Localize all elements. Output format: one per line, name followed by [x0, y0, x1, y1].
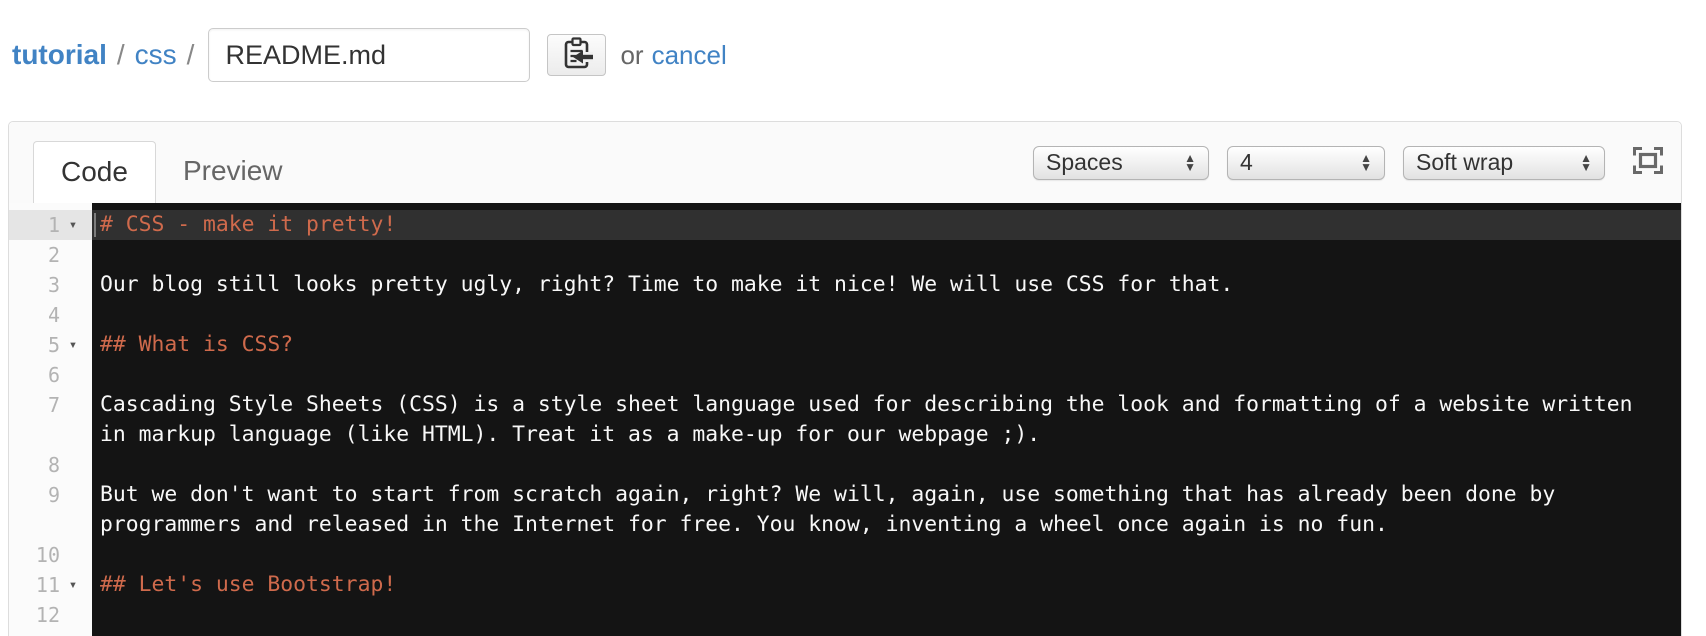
line-number[interactable]: 11 — [9, 570, 60, 600]
breadcrumb-separator: / — [116, 39, 125, 70]
text-cursor — [94, 213, 96, 237]
code-line-text[interactable]: But we don't want to start from scratch … — [100, 480, 1658, 540]
line-number[interactable]: 2 — [9, 240, 60, 270]
gutter-cell: 2 ▾ — [9, 240, 92, 270]
code-line-text[interactable]: ## What is CSS? — [100, 330, 1658, 360]
tab-code[interactable]: Code — [33, 141, 156, 203]
fold-arrow-icon[interactable]: ▾ — [60, 210, 86, 240]
tab-preview[interactable]: Preview — [156, 141, 310, 203]
select-arrows-icon: ▲ ▼ — [1184, 150, 1196, 174]
line-number[interactable]: 7 — [9, 390, 60, 450]
code-line-text[interactable]: Our blog still looks pretty ugly, right?… — [100, 270, 1658, 300]
file-editor: Code Preview Spaces ▲ ▼ 4 ▲ ▼ Soft wrap ▲ ▼ — [8, 121, 1682, 636]
code-area[interactable] — [92, 450, 1681, 480]
gutter-cell: 5 ▾ — [9, 330, 92, 360]
editor-line: 3 ▾ Our blog still looks pretty ugly, ri… — [9, 270, 1681, 300]
or-text: or — [620, 39, 644, 70]
editor-line: 9 ▾ But we don't want to start from scra… — [9, 480, 1681, 540]
line-number[interactable]: 12 — [9, 600, 60, 630]
gutter-cell: 10 ▾ — [9, 540, 92, 570]
gutter-cell: 12 ▾ — [9, 600, 92, 630]
line-number[interactable]: 8 — [9, 450, 60, 480]
editor-line: 6 ▾ — [9, 360, 1681, 390]
fold-arrow-icon[interactable]: ▾ — [60, 330, 86, 360]
code-area[interactable]: ## Let's use Bootstrap! — [92, 570, 1681, 600]
gutter-cell: 8 ▾ — [9, 450, 92, 480]
breadcrumb-separator: / — [186, 39, 195, 70]
code-line-text[interactable]: ## Let's use Bootstrap! — [100, 570, 1658, 600]
indent-mode-value: Spaces — [1046, 149, 1123, 175]
code-area[interactable] — [92, 600, 1681, 630]
indent-size-value: 4 — [1240, 149, 1253, 175]
fullscreen-button[interactable] — [1631, 146, 1665, 180]
gutter-cell: 3 ▾ — [9, 270, 92, 300]
indent-mode-select[interactable]: Spaces ▲ ▼ — [1033, 145, 1209, 180]
code-area[interactable] — [92, 540, 1681, 570]
wrap-mode-select[interactable]: Soft wrap ▲ ▼ — [1403, 145, 1605, 180]
line-number[interactable]: 3 — [9, 270, 60, 300]
gutter-cell: 9 ▾ — [9, 480, 92, 540]
gutter-cell: 6 ▾ — [9, 360, 92, 390]
editor-line: 5 ▾ ## What is CSS? — [9, 330, 1681, 360]
editor-line: 2 ▾ — [9, 240, 1681, 270]
code-area[interactable]: ## What is CSS? — [92, 330, 1681, 360]
gutter-cell: 4 ▾ — [9, 300, 92, 330]
editor-header: Code Preview Spaces ▲ ▼ 4 ▲ ▼ Soft wrap ▲ ▼ — [9, 122, 1681, 203]
editor-line: 11 ▾ ## Let's use Bootstrap! — [9, 570, 1681, 600]
line-number[interactable]: 1 — [9, 210, 60, 240]
editor-line: 8 ▾ — [9, 450, 1681, 480]
code-line-text[interactable]: Cascading Style Sheets (CSS) is a style … — [100, 390, 1658, 450]
editor-line: 4 ▾ — [9, 300, 1681, 330]
line-number[interactable]: 10 — [9, 540, 60, 570]
code-area[interactable]: Cascading Style Sheets (CSS) is a style … — [92, 390, 1681, 450]
code-area[interactable]: Our blog still looks pretty ugly, right?… — [92, 270, 1681, 300]
code-area[interactable] — [92, 300, 1681, 330]
editor-line: 1 ▾ # CSS - make it pretty! — [9, 210, 1681, 240]
clipboard-arrow-icon — [561, 36, 593, 75]
editor-line: 13 ▾ — [9, 630, 1681, 636]
editor-line: 7 ▾ Cascading Style Sheets (CSS) is a st… — [9, 390, 1681, 450]
line-number[interactable]: 9 — [9, 480, 60, 540]
breadcrumb: tutorial / css / or cancel — [12, 27, 1706, 83]
code-area[interactable] — [92, 630, 1681, 636]
code-editor-body[interactable]: 1 ▾ # CSS - make it pretty! 2 ▾ 3 ▾ Our … — [9, 203, 1681, 636]
breadcrumb-folder-link[interactable]: css — [135, 39, 177, 71]
filename-action-button[interactable] — [547, 34, 607, 76]
wrap-mode-value: Soft wrap — [1416, 149, 1514, 175]
breadcrumb-repo-link[interactable]: tutorial — [12, 39, 107, 71]
cancel-link[interactable]: cancel — [652, 40, 727, 71]
editor-tabs: Code Preview — [33, 122, 310, 203]
editor-line: 12 ▾ — [9, 600, 1681, 630]
code-area[interactable]: # CSS - make it pretty! — [92, 210, 1681, 240]
gutter-cell: 1 ▾ — [9, 210, 92, 240]
editor-toolbar: Spaces ▲ ▼ 4 ▲ ▼ Soft wrap ▲ ▼ — [1015, 122, 1681, 203]
gutter-cell: 13 ▾ — [9, 630, 92, 636]
gutter-cell: 11 ▾ — [9, 570, 92, 600]
filename-input[interactable] — [208, 28, 531, 82]
screen-full-icon — [1631, 146, 1665, 180]
line-number[interactable]: 13 — [9, 630, 60, 636]
fold-arrow-icon[interactable]: ▾ — [60, 570, 86, 600]
line-number[interactable]: 6 — [9, 360, 60, 390]
select-arrows-icon: ▲ ▼ — [1360, 150, 1372, 174]
code-area[interactable]: But we don't want to start from scratch … — [92, 480, 1681, 540]
gutter-cell: 7 ▾ — [9, 390, 92, 450]
line-number[interactable]: 5 — [9, 330, 60, 360]
indent-size-select[interactable]: 4 ▲ ▼ — [1227, 145, 1385, 180]
editor-line: 10 ▾ — [9, 540, 1681, 570]
code-area[interactable] — [92, 240, 1681, 270]
select-arrows-icon: ▲ ▼ — [1580, 150, 1592, 174]
line-number[interactable]: 4 — [9, 300, 60, 330]
code-line-text[interactable]: # CSS - make it pretty! — [100, 210, 1658, 240]
code-area[interactable] — [92, 360, 1681, 390]
